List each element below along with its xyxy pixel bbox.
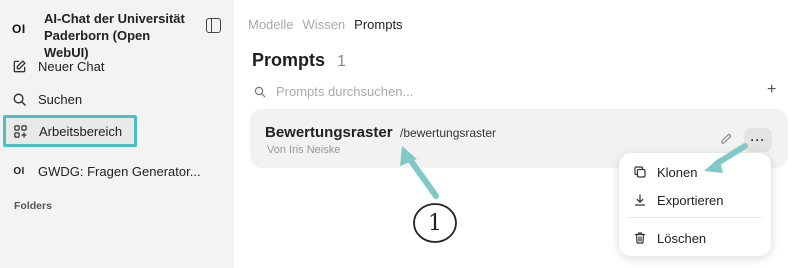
prompt-count: 1: [337, 53, 346, 70]
sidebar-item-label: Neuer Chat: [38, 58, 105, 74]
step-marker: 1: [428, 210, 442, 236]
menu-item-delete[interactable]: Löschen: [633, 228, 706, 248]
brand-header: OI AI-Chat der Universität Paderborn (Op…: [10, 8, 225, 60]
tab-knowledge[interactable]: Wissen: [303, 17, 346, 32]
prompt-author: Von Iris Neiske: [267, 144, 341, 156]
sidebar-item-label: Arbeitsbereich: [39, 123, 123, 139]
menu-item-label: Löschen: [657, 230, 707, 246]
edit-icon[interactable]: [719, 132, 733, 146]
prompt-command: /bewertungsraster: [400, 126, 497, 140]
oi-logo-icon: OI: [13, 165, 25, 177]
search-icon: [11, 91, 27, 107]
page-title: Prompts: [252, 50, 326, 70]
tab-prompts[interactable]: Prompts: [354, 17, 402, 32]
menu-item-label: Klonen: [657, 164, 698, 180]
workspace-tabs: Modelle Wissen Prompts: [248, 17, 403, 32]
copy-icon: [633, 165, 647, 179]
tab-models[interactable]: Modelle: [248, 17, 294, 32]
trash-icon: [633, 231, 647, 245]
search-input[interactable]: [276, 83, 636, 99]
sidebar-item-workspace[interactable]: Arbeitsbereich: [3, 115, 137, 147]
sidebar-item-search[interactable]: Suchen: [8, 85, 226, 113]
sidebar-item-new-chat[interactable]: Neuer Chat: [8, 52, 226, 80]
menu-item-export[interactable]: Exportieren: [633, 190, 723, 210]
sidebar: OI AI-Chat der Universität Paderborn (Op…: [0, 0, 234, 268]
add-prompt-button[interactable]: +: [767, 81, 776, 99]
folders-heading: Folders: [14, 200, 52, 212]
pencil-square-icon: [11, 58, 27, 74]
sidebar-item-gwdg-chat[interactable]: OI GWDG: Fragen Generator...: [8, 157, 226, 185]
sidebar-item-label: Suchen: [38, 91, 83, 107]
sidebar-toggle-icon[interactable]: [206, 18, 221, 33]
prompt-title: Bewertungsraster: [265, 124, 393, 141]
menu-item-label: Exportieren: [657, 192, 724, 208]
menu-item-clone[interactable]: Klonen: [633, 162, 697, 182]
app-logo[interactable]: OI: [12, 22, 26, 36]
workspace-icon: [12, 123, 28, 139]
sidebar-item-label: GWDG: Fragen Generator...: [38, 163, 201, 179]
search-bar: [254, 82, 654, 100]
menu-divider: [627, 217, 763, 218]
page-heading: Prompts 1: [252, 50, 346, 71]
download-icon: [633, 193, 647, 207]
search-icon: [254, 85, 266, 98]
more-options-button[interactable]: ···: [744, 128, 772, 152]
prompt-context-menu: Klonen Exportieren Löschen: [619, 153, 771, 256]
